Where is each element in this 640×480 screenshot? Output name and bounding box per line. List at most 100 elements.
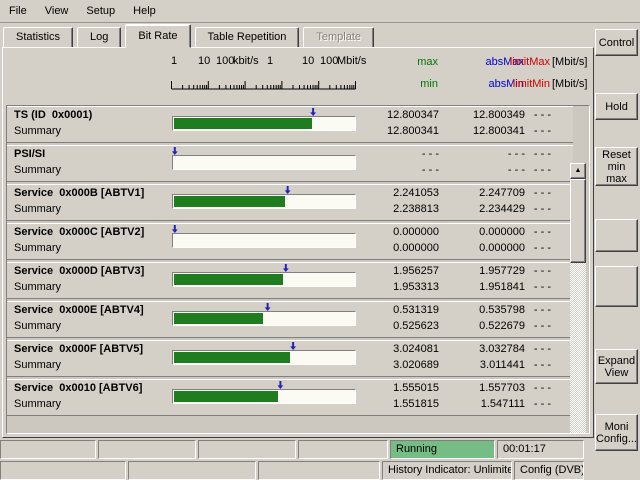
value-max: 12.800347 [359,109,439,121]
status-cell-empty [98,440,196,459]
value-min: 12.800341 [359,125,439,137]
value-min: 2.238813 [359,203,439,215]
bitrate-row[interactable]: PSI/SISummary- - -- - -- - -- - -- - -- … [7,145,573,182]
status-cell-empty [128,461,256,480]
value-max: 3.024081 [359,343,439,355]
scale-label: 10 [302,55,314,67]
bitrate-bar [172,116,356,131]
value-max: - - - [359,148,439,160]
value-limitmin: - - - [503,242,551,254]
bitrate-marker-icon [290,342,297,350]
log-scale-labels: 1 10 100 kbit/s 1 10 100 Mbit/s [171,55,371,68]
value-limitmax: - - - [503,382,551,394]
bitrate-bar [172,233,356,248]
header-unit: [Mbit/s] [552,56,592,68]
moni-config-button[interactable]: Moni Config... [595,414,638,451]
value-limitmax: - - - [503,109,551,121]
bitrate-marker-icon [171,147,178,155]
bitrate-bar-fill [174,352,290,363]
value-limitmax: - - - [503,343,551,355]
bitrate-bar-fill [174,196,285,207]
bitrate-bar [172,194,356,209]
header-min: min [358,78,438,90]
bitrate-row[interactable]: Service 0x000E [ABTV4] Summary 0.531319 0.5… [7,301,573,338]
tab-statistics[interactable]: Statistics [3,27,73,48]
row-subtitle: Summary [14,281,61,293]
hold-button[interactable]: Hold [595,93,638,120]
row-subtitle: Summary [14,320,61,332]
value-limitmax: - - - [503,265,551,277]
value-min: 0.000000 [359,242,439,254]
value-limitmax: - - - [503,148,551,160]
row-title: Service 0x000E [ABTV4] [14,304,144,316]
run-state-badge: Running [390,440,495,459]
row-subtitle: Summary [14,203,61,215]
bitrate-row[interactable]: Service 0x000F [ABTV5]Summary3.0240813.0… [7,340,573,377]
bitrate-row[interactable]: TS (ID 0x0001)Summary12.80034712.8003411… [7,106,573,143]
bitrate-bar-fill [174,313,263,324]
bitrate-list: TS (ID 0x0001) Summary 12.800347 12.800341 1… [6,105,590,434]
row-title: Service 0x000F [ABTV5] [14,343,143,355]
value-max: 0.531319 [359,304,439,316]
bitrate-marker-icon [284,186,291,194]
menu-view[interactable]: View [36,2,78,20]
blank-button[interactable] [595,266,638,307]
bitrate-marker-icon [171,225,178,233]
row-subtitle: Summary [14,398,61,410]
scale-label: 100 [216,55,234,67]
value-limitmin: - - - [503,359,551,371]
tab-log[interactable]: Log [77,27,121,48]
value-min: 1.551815 [359,398,439,410]
bitrate-marker-icon [277,381,284,389]
value-limitmin: - - - [503,203,551,215]
header-limitmax: limitMax [490,56,550,68]
value-limitmax: - - - [503,304,551,316]
scrollbar-thumb[interactable] [570,179,586,263]
bit-rate-panel: 1 10 100 kbit/s 1 10 100 Mbit/s max absM… [2,47,594,438]
row-subtitle: Summary [14,125,61,137]
value-limitmin: - - - [503,398,551,410]
bitrate-row[interactable]: Service 0x000D [ABTV3]Summary1.9562571.9… [7,262,573,299]
value-limitmin: - - - [503,320,551,332]
bitrate-bar-fill [174,391,278,402]
scroll-up-icon[interactable]: ▲ [570,163,586,179]
status-cell-empty [298,440,388,459]
history-indicator: History Indicator: Unlimited [382,461,512,480]
value-max: 1.555015 [359,382,439,394]
value-min: 0.525623 [359,320,439,332]
bitrate-bar [172,272,356,287]
row-title: Service 0x000D [ABTV3] [14,265,144,277]
blank-button[interactable] [595,219,638,252]
row-title: PSI/SI [14,148,45,160]
scale-label: 100 [320,55,338,67]
vertical-scrollbar[interactable]: ▲ ▼ [570,163,586,434]
menu-file[interactable]: File [0,2,36,20]
menu-setup[interactable]: Setup [77,2,124,20]
row-subtitle: Summary [14,242,61,254]
status-cell-empty [0,461,126,480]
bitrate-bar [172,350,356,365]
bitrate-bar [172,155,356,170]
tab-bar: Statistics Log Bit Rate Table Repetition… [0,24,594,48]
value-limitmin: - - - [503,125,551,137]
value-min: - - - [359,164,439,176]
menu-help[interactable]: Help [124,2,165,20]
bitrate-bar [172,389,356,404]
value-limitmin: - - - [503,164,551,176]
value-limitmax: - - - [503,187,551,199]
bitrate-row[interactable]: Service 0x000C [ABTV2]Summary0.0000000.0… [7,223,573,260]
row-subtitle: Summary [14,359,61,371]
bitrate-row[interactable]: Service 0x0010 [ABTV6]Summary1.5550151.5… [7,379,573,416]
value-max: 2.241053 [359,187,439,199]
row-title: TS (ID 0x0001) [14,109,92,121]
tab-table-repetition[interactable]: Table Repetition [195,27,300,48]
bitrate-marker-icon [282,264,289,272]
control-button[interactable]: Control [595,29,638,56]
tab-bit-rate[interactable]: Bit Rate [125,24,190,48]
reset-min-max-button[interactable]: Reset min max [595,147,638,186]
value-max: 1.956257 [359,265,439,277]
expand-view-button[interactable]: Expand View [595,349,638,384]
scale-label: 1 [171,55,177,67]
bitrate-row[interactable]: Service 0x000B [ABTV1]Summary2.2410532.2… [7,184,573,221]
tab-template: Template [303,27,374,48]
